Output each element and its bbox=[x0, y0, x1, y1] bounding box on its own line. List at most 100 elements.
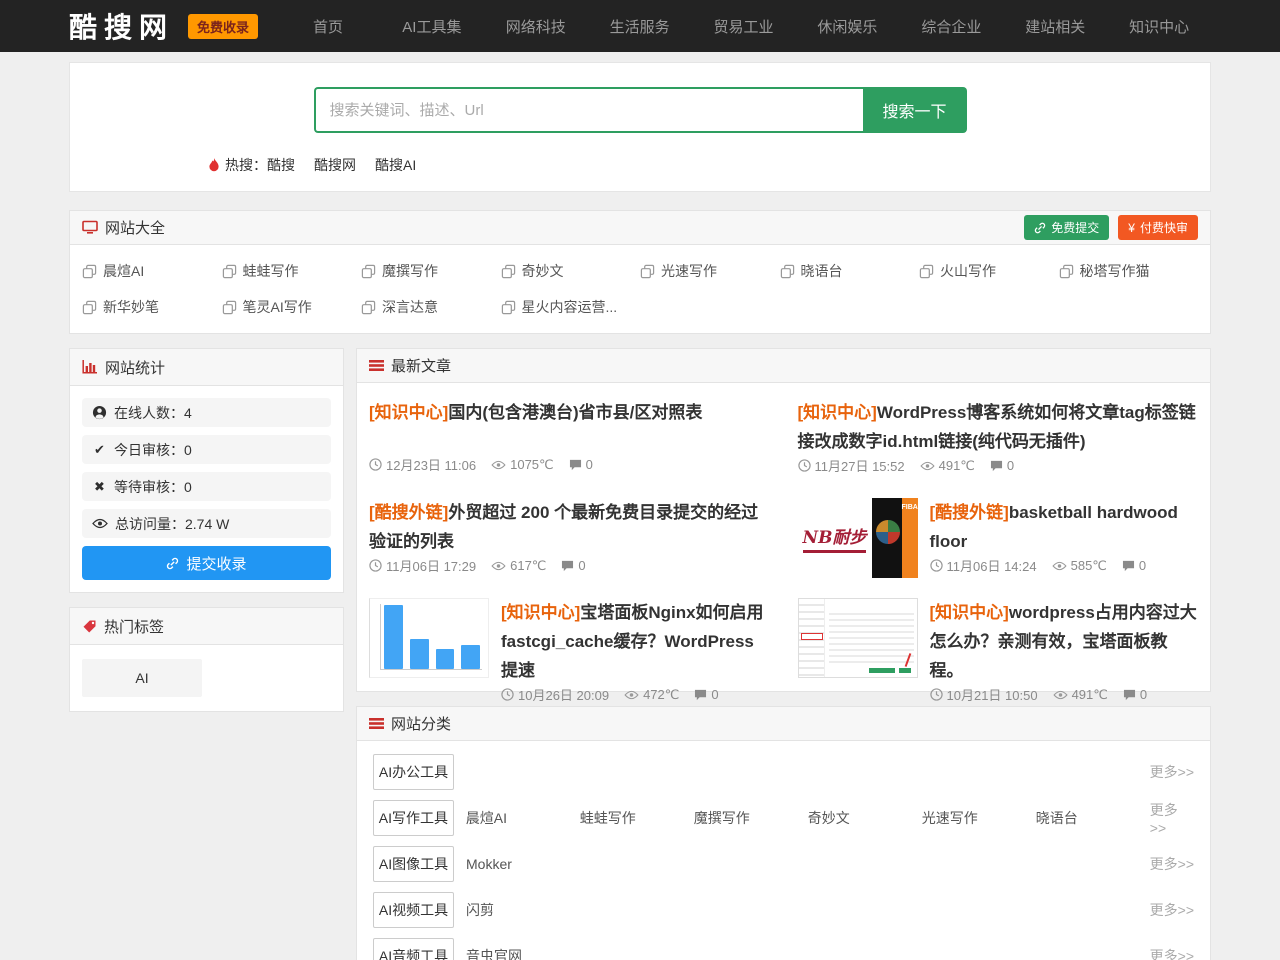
main-nav: 首页 AI工具集 网络科技 生活服务 贸易工业 休闲娱乐 综合企业 建站相关 知… bbox=[276, 16, 1211, 37]
eye-icon bbox=[920, 461, 935, 471]
hot-link-kusouai[interactable]: 酷搜AI bbox=[375, 155, 416, 175]
article-meta: 11月06日 17:29 617℃ 0 bbox=[369, 556, 770, 575]
nav-item-site-building[interactable]: 建站相关 bbox=[1003, 16, 1107, 37]
nav-item-enterprise[interactable]: 综合企业 bbox=[899, 16, 1003, 37]
article-item: [酷搜外链]外贸超过 200 个最新免费目录提交的经过验证的列表 11月06日 … bbox=[369, 485, 770, 585]
article-thumbnail-panel[interactable] bbox=[798, 598, 918, 678]
cross-icon: ✖ bbox=[92, 479, 107, 495]
clock-icon bbox=[369, 559, 382, 572]
nav-item-network-tech[interactable]: 网络科技 bbox=[484, 16, 588, 37]
category-site-link[interactable]: 音虫官网 bbox=[466, 946, 580, 960]
category-site-link[interactable]: 光速写作 bbox=[922, 808, 1036, 828]
free-submit-badge[interactable]: 免费收录 bbox=[188, 14, 258, 39]
site-item[interactable]: 深言达意 bbox=[361, 289, 501, 325]
nav-item-knowledge[interactable]: 知识中心 bbox=[1107, 16, 1211, 37]
eye-icon bbox=[92, 518, 108, 529]
comment-icon bbox=[694, 689, 707, 701]
nav-item-entertainment[interactable]: 休闲娱乐 bbox=[795, 16, 899, 37]
nav-item-life-services[interactable]: 生活服务 bbox=[588, 16, 692, 37]
link-icon bbox=[166, 557, 179, 570]
category-label[interactable]: AI视频工具 bbox=[373, 892, 454, 928]
article-title-link[interactable]: [知识中心]WordPress博客系统如何将文章tag标签链接改成数字id.ht… bbox=[798, 398, 1199, 456]
site-item[interactable]: 奇妙文 bbox=[501, 253, 641, 289]
category-site-link[interactable]: 蛙蛙写作 bbox=[580, 808, 694, 828]
article-thumbnail-basketball[interactable]: NB耐步 FIBA bbox=[798, 498, 918, 578]
paid-review-button[interactable]: ¥ 付费快审 bbox=[1118, 215, 1198, 240]
category-site-link[interactable]: 闪剪 bbox=[466, 900, 580, 920]
site-item[interactable]: 秘塔写作猫 bbox=[1059, 253, 1199, 289]
site-item[interactable]: 火山写作 bbox=[919, 253, 1059, 289]
site-item[interactable]: 笔灵AI写作 bbox=[222, 289, 362, 325]
site-item[interactable]: 蛙蛙写作 bbox=[222, 253, 362, 289]
copy-icon bbox=[919, 264, 934, 279]
site-stats-panel: 网站统计 在线人数：4 ✔ 今日审核：0 ✖ 等待审 bbox=[69, 348, 344, 593]
site-logo[interactable]: 酷搜网 bbox=[69, 6, 174, 46]
article-item: [知识中心]宝塔面板Nginx如何启用fastcgi_cache缓存？WordP… bbox=[369, 585, 770, 685]
eye-icon bbox=[1053, 690, 1068, 700]
hot-search-label: 热搜： bbox=[225, 155, 267, 175]
article-title-link[interactable]: [酷搜外链]外贸超过 200 个最新免费目录提交的经过验证的列表 bbox=[369, 498, 770, 556]
category-site-link[interactable]: Mokker bbox=[466, 856, 580, 872]
stat-reviewed-today: ✔ 今日审核：0 bbox=[82, 435, 331, 464]
copy-icon bbox=[501, 264, 516, 279]
chart-bar bbox=[436, 649, 455, 669]
more-link[interactable]: 更多>> bbox=[1150, 762, 1194, 782]
site-item[interactable]: 光速写作 bbox=[640, 253, 780, 289]
category-site-link[interactable]: 奇妙文 bbox=[808, 808, 922, 828]
category-label[interactable]: AI写作工具 bbox=[373, 800, 454, 836]
category-label[interactable]: AI办公工具 bbox=[373, 754, 454, 790]
category-row-ai-writing: AI写作工具 晨煊AI 蛙蛙写作 魔撰写作 奇妙文 光速写作 晓语台 更多>> bbox=[373, 795, 1194, 841]
site-item[interactable]: 星火内容运营... bbox=[501, 289, 641, 325]
hot-link-kusou[interactable]: 酷搜 bbox=[267, 155, 295, 175]
monitor-icon bbox=[82, 220, 98, 235]
copy-icon bbox=[222, 264, 237, 279]
category-row-ai-audio: AI音频工具 音虫官网 更多>> bbox=[373, 933, 1194, 960]
category-label[interactable]: AI音频工具 bbox=[373, 938, 454, 960]
more-link[interactable]: 更多>> bbox=[1150, 946, 1194, 960]
nav-item-ai-tools[interactable]: AI工具集 bbox=[380, 16, 484, 37]
copy-icon bbox=[361, 264, 376, 279]
category-row-ai-office: AI办公工具 更多>> bbox=[373, 749, 1194, 795]
tag-ai[interactable]: AI bbox=[82, 659, 202, 697]
list-icon bbox=[369, 359, 384, 372]
category-site-link[interactable]: 魔撰写作 bbox=[694, 808, 808, 828]
hot-link-kusouwang[interactable]: 酷搜网 bbox=[314, 155, 356, 175]
site-item[interactable]: 晓语台 bbox=[780, 253, 920, 289]
site-item[interactable]: 晨煊AI bbox=[82, 253, 222, 289]
copy-icon bbox=[1059, 264, 1074, 279]
article-item: NB耐步 FIBA [酷搜外链]basketball hardwood floo… bbox=[798, 485, 1199, 585]
category-site-link[interactable]: 晨煊AI bbox=[466, 808, 580, 828]
chart-bar bbox=[384, 605, 403, 669]
category-site-link[interactable]: 晓语台 bbox=[1036, 808, 1150, 828]
chart-bar bbox=[410, 639, 429, 669]
submit-site-button[interactable]: 提交收录 bbox=[82, 546, 331, 580]
check-icon: ✔ bbox=[92, 442, 107, 458]
nav-item-trade-industry[interactable]: 贸易工业 bbox=[692, 16, 796, 37]
comment-icon bbox=[1122, 560, 1135, 572]
site-item[interactable]: 新华妙笔 bbox=[82, 289, 222, 325]
article-title-link[interactable]: [知识中心]wordpress占用内容过大怎么办？亲测有效，宝塔面板教程。 bbox=[930, 598, 1199, 685]
clock-icon bbox=[369, 458, 382, 471]
list-icon bbox=[369, 717, 384, 730]
copy-icon bbox=[82, 264, 97, 279]
more-link[interactable]: 更多>> bbox=[1150, 900, 1194, 920]
more-link[interactable]: 更多>> bbox=[1150, 800, 1194, 836]
article-meta: 10月21日 10:50 491℃ 0 bbox=[930, 685, 1199, 704]
comment-icon bbox=[561, 560, 574, 572]
article-title-link[interactable]: [知识中心]国内(包含港澳台)省市县/区对照表 bbox=[369, 398, 770, 427]
section-title: 网站大全 bbox=[105, 217, 165, 238]
search-input[interactable] bbox=[314, 87, 863, 133]
article-title-link[interactable]: [知识中心]宝塔面板Nginx如何启用fastcgi_cache缓存？WordP… bbox=[501, 598, 770, 685]
nav-item-home[interactable]: 首页 bbox=[276, 16, 380, 37]
clock-icon bbox=[798, 459, 811, 472]
comment-icon bbox=[569, 459, 582, 471]
category-label[interactable]: AI图像工具 bbox=[373, 846, 454, 882]
free-submit-button[interactable]: 免费提交 bbox=[1024, 215, 1109, 240]
fiba-strip: FIBA bbox=[902, 498, 918, 578]
site-item[interactable]: 魔撰写作 bbox=[361, 253, 501, 289]
article-title-link[interactable]: [酷搜外链]basketball hardwood floor bbox=[930, 498, 1199, 556]
search-button[interactable]: 搜索一下 bbox=[863, 87, 967, 133]
article-thumbnail-chart[interactable] bbox=[369, 598, 489, 678]
more-link[interactable]: 更多>> bbox=[1150, 854, 1194, 874]
stat-pending-review: ✖ 等待审核：0 bbox=[82, 472, 331, 501]
